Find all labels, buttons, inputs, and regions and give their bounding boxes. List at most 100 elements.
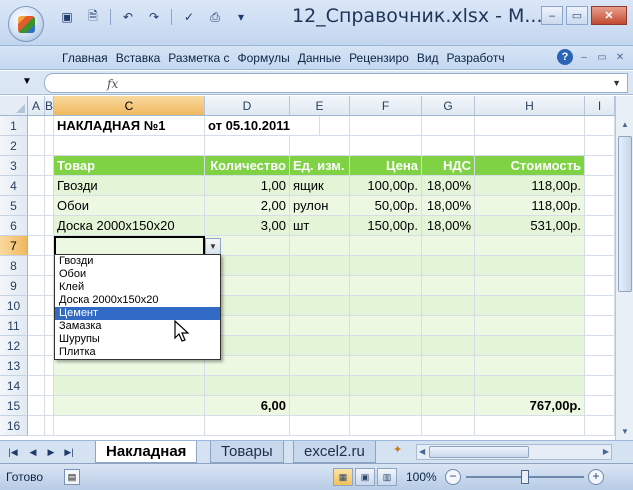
cell[interactable]	[28, 136, 45, 156]
scroll-right-icon[interactable]: ▶	[603, 445, 609, 459]
print-icon[interactable]: ⎙	[204, 7, 226, 27]
redo-icon[interactable]: ↷	[143, 7, 165, 27]
cell[interactable]	[205, 376, 290, 396]
cell[interactable]	[585, 276, 615, 296]
zoom-in-icon[interactable]: +	[588, 469, 604, 485]
cell[interactable]	[54, 396, 205, 416]
cell[interactable]	[45, 396, 54, 416]
cell[interactable]	[422, 276, 475, 296]
table-cell[interactable]: 2,00	[205, 196, 290, 216]
horizontal-scrollbar[interactable]: ◀ ▶	[416, 444, 612, 460]
cell[interactable]	[28, 356, 45, 376]
cell[interactable]	[45, 196, 54, 216]
cell[interactable]	[585, 196, 615, 216]
column-header-f[interactable]: F	[350, 96, 422, 116]
row-header-15[interactable]: 15	[0, 396, 28, 416]
row-header-12[interactable]: 12	[0, 336, 28, 356]
cell[interactable]	[45, 216, 54, 236]
cell[interactable]	[290, 256, 350, 276]
dropdown-option[interactable]: Плитка	[55, 346, 220, 359]
validation-dropdown-list[interactable]: Гвозди Обои Клей Доска 2000х150х20 Цемент Зам…	[54, 254, 221, 360]
table-cell[interactable]: шт	[290, 216, 350, 236]
last-sheet-icon[interactable]: ▶|	[62, 445, 76, 459]
cell[interactable]	[422, 416, 475, 436]
cell[interactable]	[290, 236, 350, 256]
cell[interactable]	[54, 376, 205, 396]
dropdown-option[interactable]: Клей	[55, 281, 220, 294]
cell[interactable]	[45, 176, 54, 196]
tab-data[interactable]: Данные	[294, 51, 345, 65]
table-cell[interactable]: Доска 2000х150х20	[54, 216, 205, 236]
cell[interactable]	[350, 336, 422, 356]
minimize-ribbon-icon[interactable]: –	[577, 49, 591, 65]
scroll-thumb[interactable]	[618, 136, 632, 292]
cell[interactable]	[28, 336, 45, 356]
tab-home[interactable]: Главная	[58, 51, 112, 65]
macro-record-icon[interactable]: ▤	[64, 469, 80, 485]
cell[interactable]	[585, 396, 615, 416]
table-cell[interactable]: рулон	[290, 196, 350, 216]
cell[interactable]	[475, 116, 585, 136]
cell[interactable]	[28, 156, 45, 176]
sheet-tab-tovary[interactable]: Товары	[210, 441, 284, 463]
table-cell[interactable]: Гвозди	[54, 176, 205, 196]
validation-dropdown-icon[interactable]: ▼	[205, 238, 221, 255]
cell[interactable]	[45, 236, 54, 256]
sheet-tab-nakladnaya[interactable]: Накладная	[95, 441, 198, 463]
cell[interactable]	[422, 376, 475, 396]
column-header-g[interactable]: G	[422, 96, 475, 116]
page-break-view-icon[interactable]: ▥	[377, 468, 397, 486]
first-sheet-icon[interactable]: |◀	[6, 445, 20, 459]
cell[interactable]	[585, 136, 615, 156]
dropdown-option[interactable]: Обои	[55, 268, 220, 281]
cell[interactable]	[290, 396, 350, 416]
name-box-dropdown-icon[interactable]: ▼	[22, 76, 32, 87]
undo-icon[interactable]: ↶	[117, 7, 139, 27]
cell[interactable]	[475, 256, 585, 276]
help-icon[interactable]: ?	[557, 49, 573, 65]
row-header-2[interactable]: 2	[0, 136, 28, 156]
cell[interactable]	[28, 416, 45, 436]
cell[interactable]	[290, 136, 350, 156]
tab-developer[interactable]: Разработч	[443, 51, 509, 65]
table-cell[interactable]: 150,00р.	[350, 216, 422, 236]
cell[interactable]	[350, 356, 422, 376]
tab-formulas[interactable]: Формулы	[234, 51, 294, 65]
cell[interactable]	[422, 236, 475, 256]
column-header-i[interactable]: I	[585, 96, 615, 116]
cell[interactable]	[422, 336, 475, 356]
cell[interactable]	[585, 296, 615, 316]
cell[interactable]	[585, 236, 615, 256]
cell[interactable]	[475, 276, 585, 296]
restore-ribbon-icon[interactable]: ▭	[595, 49, 609, 65]
cell[interactable]	[28, 316, 45, 336]
zoom-out-icon[interactable]: −	[445, 469, 461, 485]
table-header[interactable]: Товар	[54, 156, 205, 176]
row-header-13[interactable]: 13	[0, 356, 28, 376]
zoom-level[interactable]: 100%	[406, 470, 437, 484]
tab-view[interactable]: Вид	[413, 51, 443, 65]
table-header[interactable]: Цена	[350, 156, 422, 176]
cell[interactable]	[350, 116, 422, 136]
hscroll-thumb[interactable]	[429, 446, 529, 458]
spellcheck-icon[interactable]: ✓	[178, 7, 200, 27]
cell[interactable]	[205, 416, 290, 436]
row-header-1[interactable]: 1	[0, 116, 28, 136]
cell[interactable]	[475, 356, 585, 376]
table-cell[interactable]: 3,00	[205, 216, 290, 236]
table-cell[interactable]: 118,00р.	[475, 176, 585, 196]
print-preview-icon[interactable]: 🗎	[82, 7, 104, 27]
scroll-left-icon[interactable]: ◀	[419, 445, 425, 459]
cell[interactable]	[350, 296, 422, 316]
cell[interactable]	[54, 416, 205, 436]
cell[interactable]	[290, 116, 350, 136]
cell[interactable]	[475, 136, 585, 156]
row-header-7[interactable]: 7	[0, 236, 28, 256]
scroll-down-icon[interactable]: ▼	[617, 423, 633, 440]
cell[interactable]	[45, 356, 54, 376]
column-header-a[interactable]: A	[28, 96, 45, 116]
table-cell[interactable]: ящик	[290, 176, 350, 196]
cell[interactable]	[54, 136, 205, 156]
table-header[interactable]: Стоимость	[475, 156, 585, 176]
table-cell[interactable]: 18,00%	[422, 196, 475, 216]
